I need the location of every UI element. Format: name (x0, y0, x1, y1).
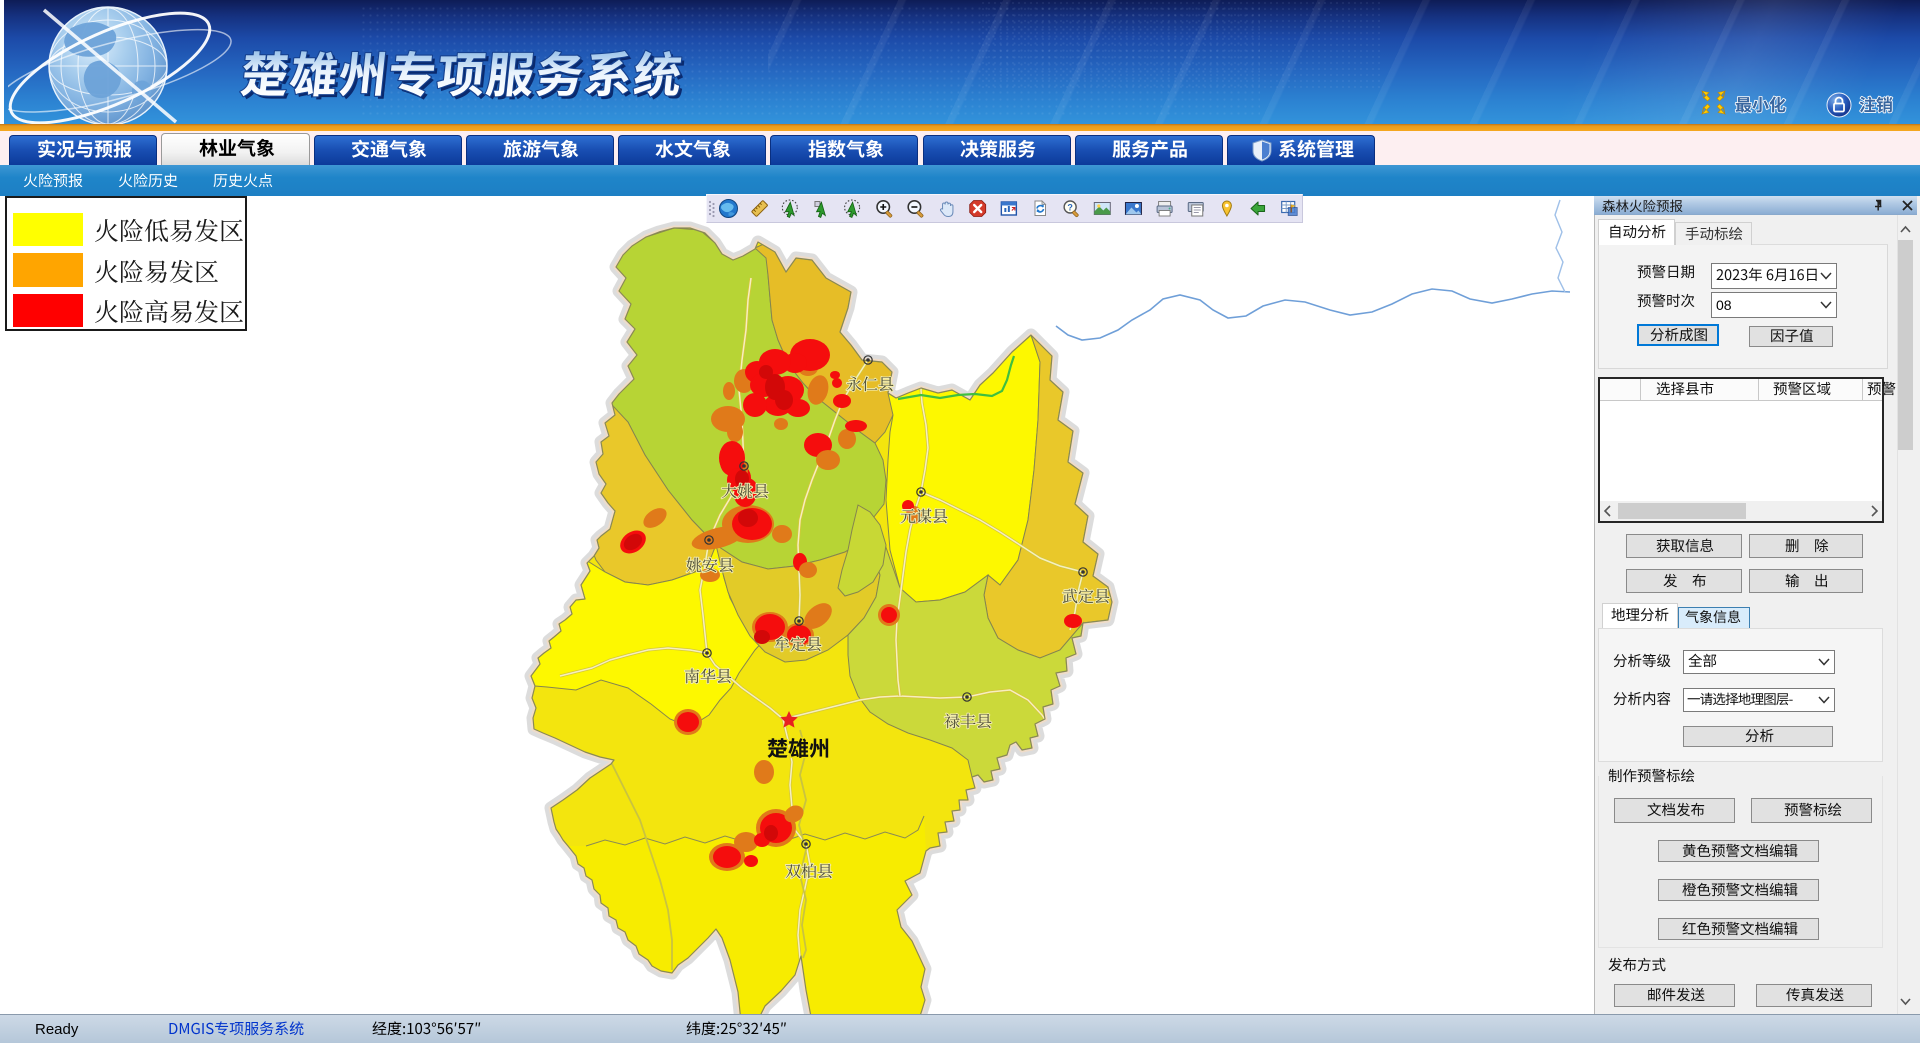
svg-text:?: ? (1067, 203, 1073, 213)
